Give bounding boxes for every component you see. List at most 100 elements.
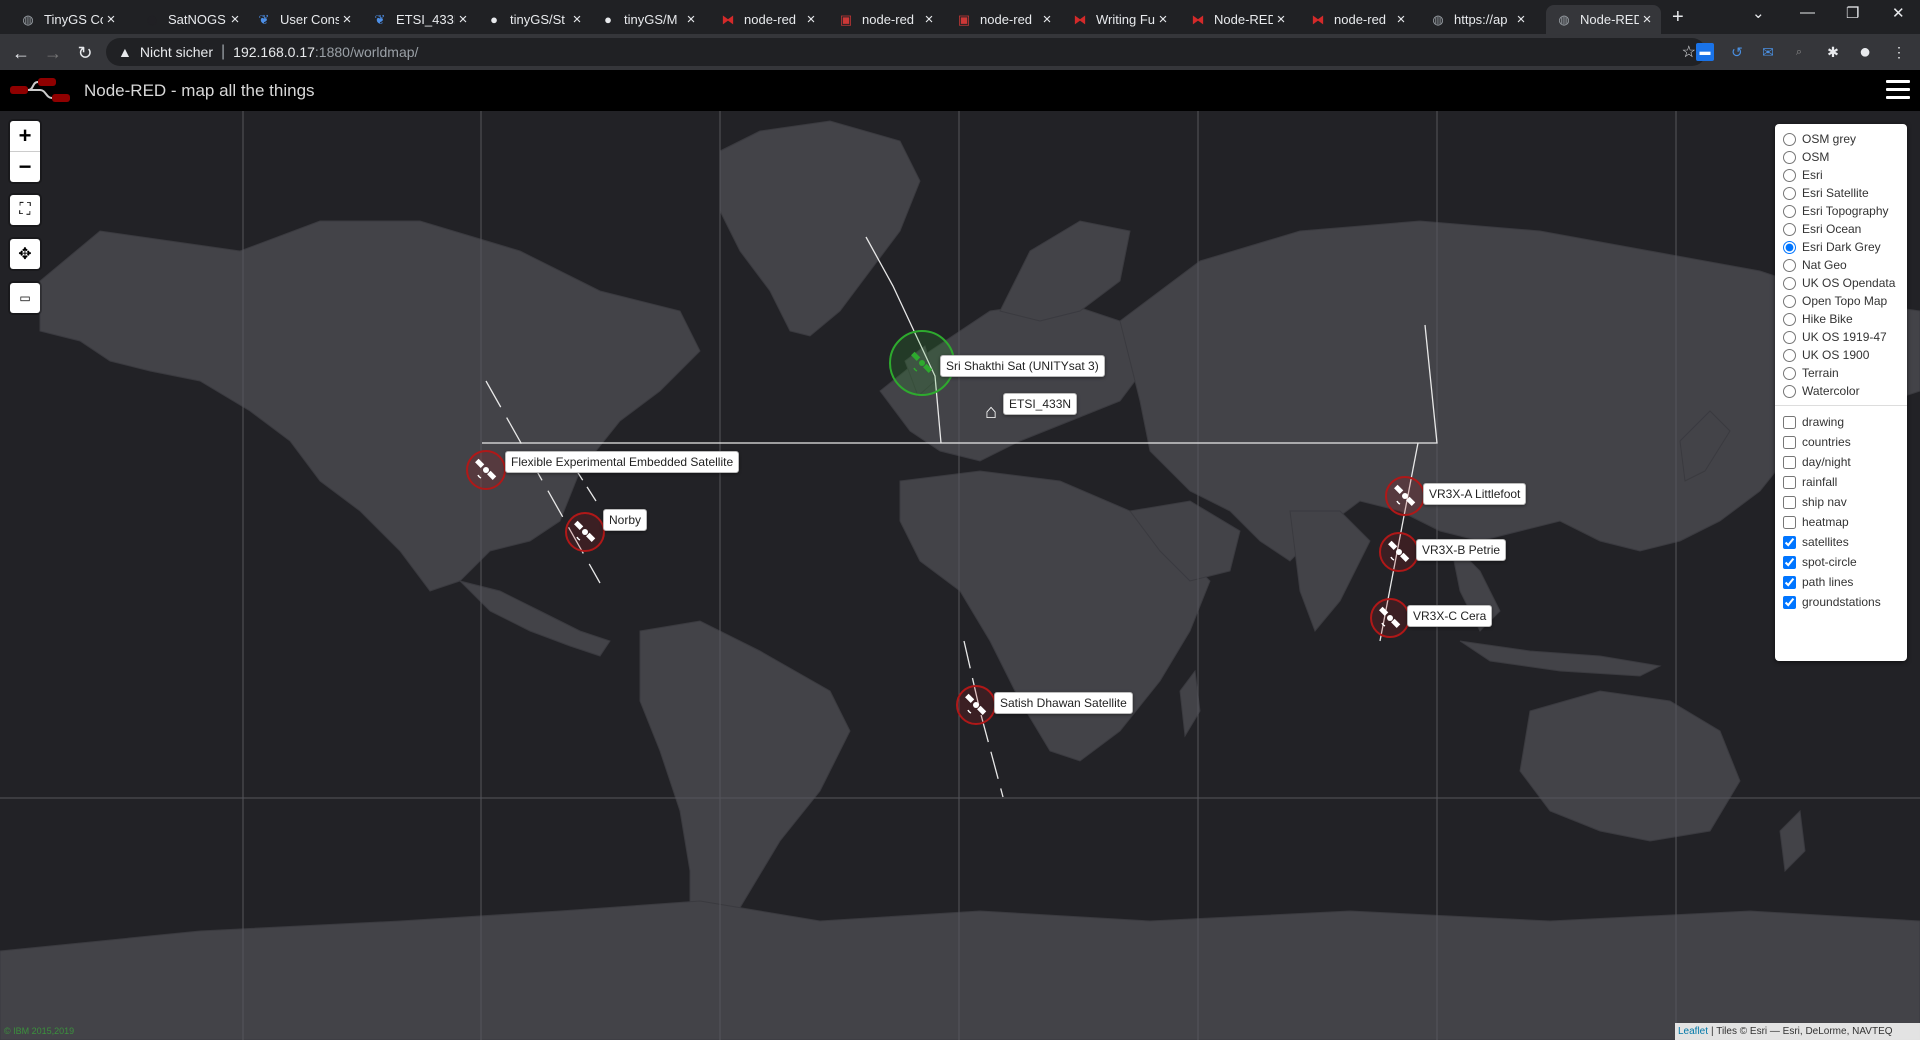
satellite-icon[interactable]: [1392, 483, 1418, 509]
overlay-checkbox[interactable]: [1783, 455, 1796, 469]
base-layer-radio[interactable]: [1783, 132, 1796, 146]
tab-close-icon[interactable]: ×: [569, 11, 585, 28]
satellite-icon[interactable]: [473, 457, 499, 483]
tab-close-icon[interactable]: ×: [683, 11, 699, 28]
puzzle-extensions-icon[interactable]: ✱: [1824, 43, 1842, 61]
base-layer-radio[interactable]: [1783, 294, 1796, 308]
browser-tab[interactable]: ● tinyGS/M ×: [590, 5, 705, 34]
mail-extension-icon[interactable]: ✉: [1759, 43, 1777, 61]
overlay-checkbox[interactable]: [1783, 595, 1796, 609]
base-layer-radio[interactable]: [1783, 312, 1796, 326]
tab-close-icon[interactable]: ×: [103, 11, 119, 28]
overlay-option[interactable]: satellites: [1783, 532, 1901, 552]
browser-tab[interactable]: ▣ node-red ×: [946, 5, 1061, 34]
overlay-checkbox[interactable]: [1783, 555, 1796, 569]
tab-close-icon[interactable]: ×: [1393, 11, 1409, 28]
base-layer-radio[interactable]: [1783, 366, 1796, 380]
sync-extension-icon[interactable]: ↺: [1728, 43, 1746, 61]
base-layer-option[interactable]: Esri Topography: [1783, 202, 1901, 220]
maximize-icon[interactable]: ❐: [1846, 4, 1859, 22]
home-icon[interactable]: ⌂: [978, 399, 1004, 425]
browser-tab[interactable]: ⧓ node-red ×: [710, 5, 825, 34]
new-tab-button[interactable]: +: [1672, 6, 1684, 29]
browser-tab[interactable]: ⧓ Node-RED ×: [1180, 5, 1295, 34]
base-layer-radio[interactable]: [1783, 330, 1796, 344]
base-layer-option[interactable]: Terrain: [1783, 364, 1901, 382]
tab-close-icon[interactable]: ×: [1639, 11, 1655, 28]
browser-tab[interactable]: ◍ SatNOGS ×: [134, 5, 249, 34]
satellite-icon[interactable]: [572, 519, 598, 545]
browser-tab[interactable]: ◍ https://ap ×: [1420, 5, 1535, 34]
overlay-checkbox[interactable]: [1783, 415, 1796, 429]
overlay-option[interactable]: heatmap: [1783, 512, 1901, 532]
hamburger-menu-icon[interactable]: [1886, 80, 1910, 100]
browser-tab[interactable]: ⧓ Writing Fu ×: [1062, 5, 1177, 34]
browser-tab[interactable]: ⧓ node-red ×: [1300, 5, 1415, 34]
world-map[interactable]: + − ⛶ ✥ ▭ Sri Shakthi Sat (UNITYsat 3) ⌂…: [0, 111, 1920, 1040]
profile-avatar-icon[interactable]: ●: [1856, 41, 1874, 63]
ruler-icon[interactable]: ▭: [10, 283, 40, 313]
tab-close-icon[interactable]: ×: [455, 11, 471, 28]
base-layer-option[interactable]: UK OS Opendata: [1783, 274, 1901, 292]
browser-tab[interactable]: ❦ User Cons ×: [246, 5, 361, 34]
base-layer-radio[interactable]: [1783, 168, 1796, 182]
fullscreen-icon[interactable]: ⛶: [10, 195, 40, 225]
base-layer-option[interactable]: Esri: [1783, 166, 1901, 184]
minimize-icon[interactable]: —: [1800, 4, 1815, 21]
tab-close-icon[interactable]: ×: [227, 11, 243, 28]
base-layer-option[interactable]: OSM grey: [1783, 130, 1901, 148]
base-layer-radio[interactable]: [1783, 258, 1796, 272]
base-layer-option[interactable]: Esri Dark Grey: [1783, 238, 1901, 256]
base-layer-option[interactable]: UK OS 1919-47: [1783, 328, 1901, 346]
tab-close-icon[interactable]: ×: [1513, 11, 1529, 28]
overlay-checkbox[interactable]: [1783, 495, 1796, 509]
search-extension-icon[interactable]: ⌕: [1790, 43, 1808, 61]
forward-icon[interactable]: →: [42, 42, 64, 64]
tab-close-icon[interactable]: ×: [1039, 11, 1055, 28]
overlay-checkbox[interactable]: [1783, 535, 1796, 549]
overlay-checkbox[interactable]: [1783, 575, 1796, 589]
browser-tab[interactable]: ▣ node-red ×: [828, 5, 943, 34]
overlay-option[interactable]: spot-circle: [1783, 552, 1901, 572]
satellite-icon[interactable]: [1377, 605, 1403, 631]
base-layer-option[interactable]: UK OS 1900: [1783, 346, 1901, 364]
satellite-icon[interactable]: [963, 692, 989, 718]
browser-tab[interactable]: ❦ ETSI_433N×: [362, 5, 477, 34]
zoom-out-button[interactable]: −: [10, 151, 40, 182]
reload-icon[interactable]: ↻: [74, 42, 96, 64]
base-layer-radio[interactable]: [1783, 384, 1796, 398]
browser-tab[interactable]: ◍ Node-RED ×: [1546, 5, 1661, 34]
base-layer-radio[interactable]: [1783, 240, 1796, 254]
extension-icon[interactable]: ▬: [1696, 43, 1714, 61]
base-layer-option[interactable]: Hike Bike: [1783, 310, 1901, 328]
base-layer-radio[interactable]: [1783, 204, 1796, 218]
base-layer-option[interactable]: Nat Geo: [1783, 256, 1901, 274]
window-close-icon[interactable]: ✕: [1892, 4, 1905, 22]
tab-close-icon[interactable]: ×: [339, 11, 355, 28]
base-layer-option[interactable]: Esri Ocean: [1783, 220, 1901, 238]
base-layer-radio[interactable]: [1783, 150, 1796, 164]
base-layer-option[interactable]: Esri Satellite: [1783, 184, 1901, 202]
base-layer-radio[interactable]: [1783, 276, 1796, 290]
browser-tab[interactable]: ◍ TinyGS Co ×: [10, 5, 125, 34]
overlay-option[interactable]: countries: [1783, 432, 1901, 452]
base-layer-radio[interactable]: [1783, 348, 1796, 362]
overlay-option[interactable]: ship nav: [1783, 492, 1901, 512]
overlay-option[interactable]: path lines: [1783, 572, 1901, 592]
base-layer-radio[interactable]: [1783, 186, 1796, 200]
base-layer-option[interactable]: Open Topo Map: [1783, 292, 1901, 310]
satellite-icon[interactable]: [1386, 539, 1412, 565]
leaflet-link[interactable]: Leaflet: [1678, 1026, 1708, 1037]
address-bar[interactable]: ▲ Nicht sicher | 192.168.0.17 :1880/worl…: [106, 38, 1706, 66]
tab-close-icon[interactable]: ×: [803, 11, 819, 28]
bookmark-star-icon[interactable]: ☆: [1682, 42, 1696, 62]
overlay-checkbox[interactable]: [1783, 475, 1796, 489]
back-icon[interactable]: ←: [10, 42, 32, 64]
satellite-icon[interactable]: [909, 350, 935, 376]
overlay-option[interactable]: drawing: [1783, 412, 1901, 432]
zoom-in-button[interactable]: +: [10, 121, 40, 151]
overlay-option[interactable]: groundstations: [1783, 592, 1901, 612]
browser-menu-icon[interactable]: ⋮: [1890, 43, 1908, 61]
overlay-option[interactable]: day/night: [1783, 452, 1901, 472]
base-layer-radio[interactable]: [1783, 222, 1796, 236]
